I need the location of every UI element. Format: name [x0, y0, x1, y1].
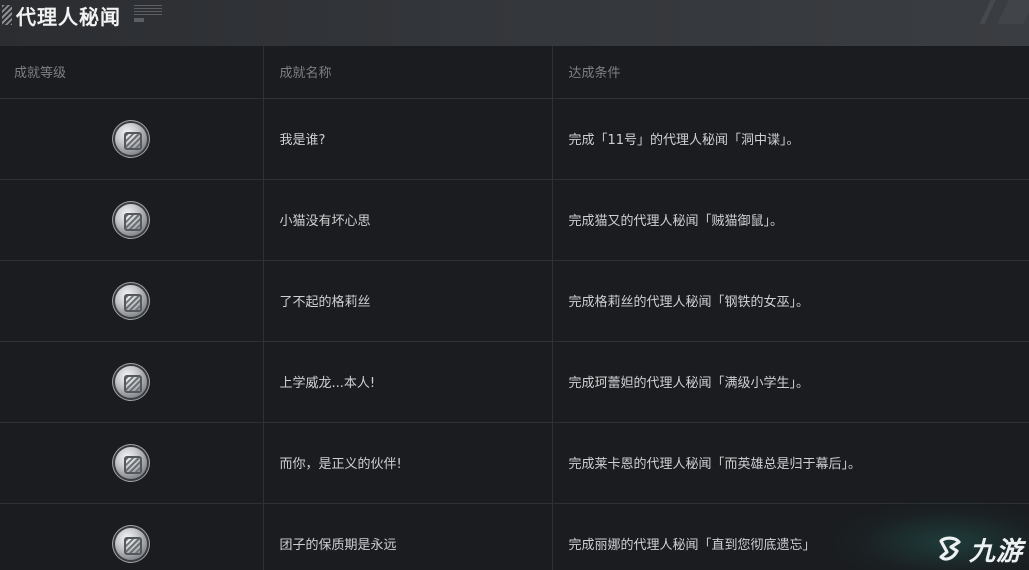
achievement-condition: 完成「11号」的代理人秘闻「洞中谍」。: [551, 98, 1029, 180]
silver-badge-icon: [115, 446, 148, 479]
silver-badge-icon: [115, 122, 148, 155]
level-cell: [0, 503, 263, 570]
silver-badge-icon: [115, 284, 148, 317]
table-row: 而你，是正义的伙伴! 完成莱卡恩的代理人秘闻「而英雄总是归于幕后」。: [0, 422, 1029, 504]
watermark: 九游: [935, 532, 1023, 567]
achievement-condition: 完成猫又的代理人秘闻「贼猫御鼠」。: [551, 179, 1029, 261]
level-cell: [0, 341, 263, 423]
table-row: 小猫没有坏心思 完成猫又的代理人秘闻「贼猫御鼠」。: [0, 179, 1029, 261]
level-cell: [0, 179, 263, 261]
achievement-condition: 完成珂蕾妲的代理人秘闻「满级小学生」。: [551, 341, 1029, 423]
achievement-name: 而你，是正义的伙伴!: [262, 422, 552, 504]
achievement-name: 团子的保质期是永远: [262, 503, 552, 570]
decorative-subtext: [134, 5, 162, 17]
achievement-name: 上学威龙...本人!: [262, 341, 552, 423]
achievement-table-container: 成就等级 成就名称 达成条件 我是谁? 完成「11号」的代理人秘闻「洞中谍」。 …: [0, 46, 1029, 570]
level-cell: [0, 260, 263, 342]
achievement-condition: 完成格莉丝的代理人秘闻「钢铁的女巫」。: [551, 260, 1029, 342]
achievement-condition: 完成莱卡恩的代理人秘闻「而英雄总是归于幕后」。: [551, 422, 1029, 504]
column-header-level: 成就等级: [0, 46, 263, 99]
achievement-name: 了不起的格莉丝: [262, 260, 552, 342]
page: 代理人秘闻 成就等级 成就名称 达成条件 我是谁? 完成「11号」的代理人秘闻「…: [0, 0, 1029, 570]
table-row: 我是谁? 完成「11号」的代理人秘闻「洞中谍」。: [0, 98, 1029, 180]
jiuyou-logo-icon: [939, 536, 961, 561]
level-cell: [0, 98, 263, 180]
column-header-condition: 达成条件: [551, 46, 1029, 99]
silver-badge-icon: [115, 527, 148, 560]
table-row: 了不起的格莉丝 完成格莉丝的代理人秘闻「钢铁的女巫」。: [0, 260, 1029, 342]
achievement-name: 我是谁?: [262, 98, 552, 180]
section-header: 代理人秘闻: [0, 0, 1029, 46]
table-row: 上学威龙...本人! 完成珂蕾妲的代理人秘闻「满级小学生」。: [0, 341, 1029, 423]
silver-badge-icon: [115, 365, 148, 398]
level-cell: [0, 422, 263, 504]
achievement-table: 成就等级 成就名称 达成条件 我是谁? 完成「11号」的代理人秘闻「洞中谍」。 …: [0, 46, 1029, 570]
watermark-text: 九游: [968, 536, 1023, 567]
stripe-mark-icon: [2, 5, 12, 25]
silver-badge-icon: [115, 203, 148, 236]
column-header-name: 成就名称: [262, 46, 552, 99]
achievement-name: 小猫没有坏心思: [262, 179, 552, 261]
table-header-row: 成就等级 成就名称 达成条件: [0, 46, 1029, 99]
section-title: 代理人秘闻: [16, 5, 121, 29]
decorative-subtext-mark: [134, 18, 144, 22]
